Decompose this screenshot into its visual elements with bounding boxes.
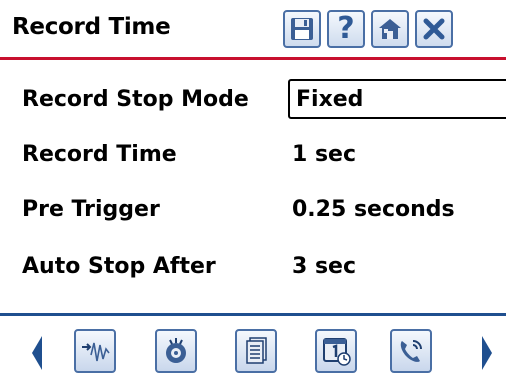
header-bar: Record Time ? [0, 0, 506, 58]
record-time-value[interactable]: 1 sec [292, 134, 356, 174]
help-icon: ? [337, 11, 355, 46]
help-button[interactable]: ? [327, 10, 365, 48]
waveform-input-button[interactable] [74, 329, 116, 373]
phone-signal-button[interactable] [390, 329, 432, 373]
home-button[interactable] [371, 10, 409, 48]
pre-trigger-value[interactable]: 0.25 seconds [292, 189, 455, 229]
close-icon [423, 18, 445, 40]
documents-button[interactable] [235, 329, 277, 373]
save-button[interactable] [283, 10, 321, 48]
page-title: Record Time [12, 14, 171, 40]
calendar-clock-button[interactable] [315, 329, 357, 373]
close-button[interactable] [415, 10, 453, 48]
pre-trigger-label: Pre Trigger [22, 196, 160, 222]
previous-page-icon[interactable] [30, 334, 44, 372]
trigger-target-button[interactable] [155, 329, 197, 373]
trigger-target-icon [166, 338, 186, 363]
auto-stop-after-value[interactable]: 3 sec [292, 246, 356, 286]
header-divider [0, 57, 506, 60]
documents-icon [246, 337, 267, 364]
next-page-icon[interactable] [480, 334, 494, 372]
auto-stop-after-label: Auto Stop After [22, 253, 216, 279]
save-icon [291, 18, 313, 40]
phone-signal-icon [400, 340, 422, 362]
calendar-clock-icon [323, 338, 351, 366]
home-icon [379, 19, 401, 39]
waveform-input-icon [82, 342, 110, 362]
record-time-label: Record Time [22, 141, 177, 167]
record-stop-mode-label: Record Stop Mode [22, 86, 249, 112]
record-stop-mode-select[interactable]: Fixed [288, 79, 506, 119]
